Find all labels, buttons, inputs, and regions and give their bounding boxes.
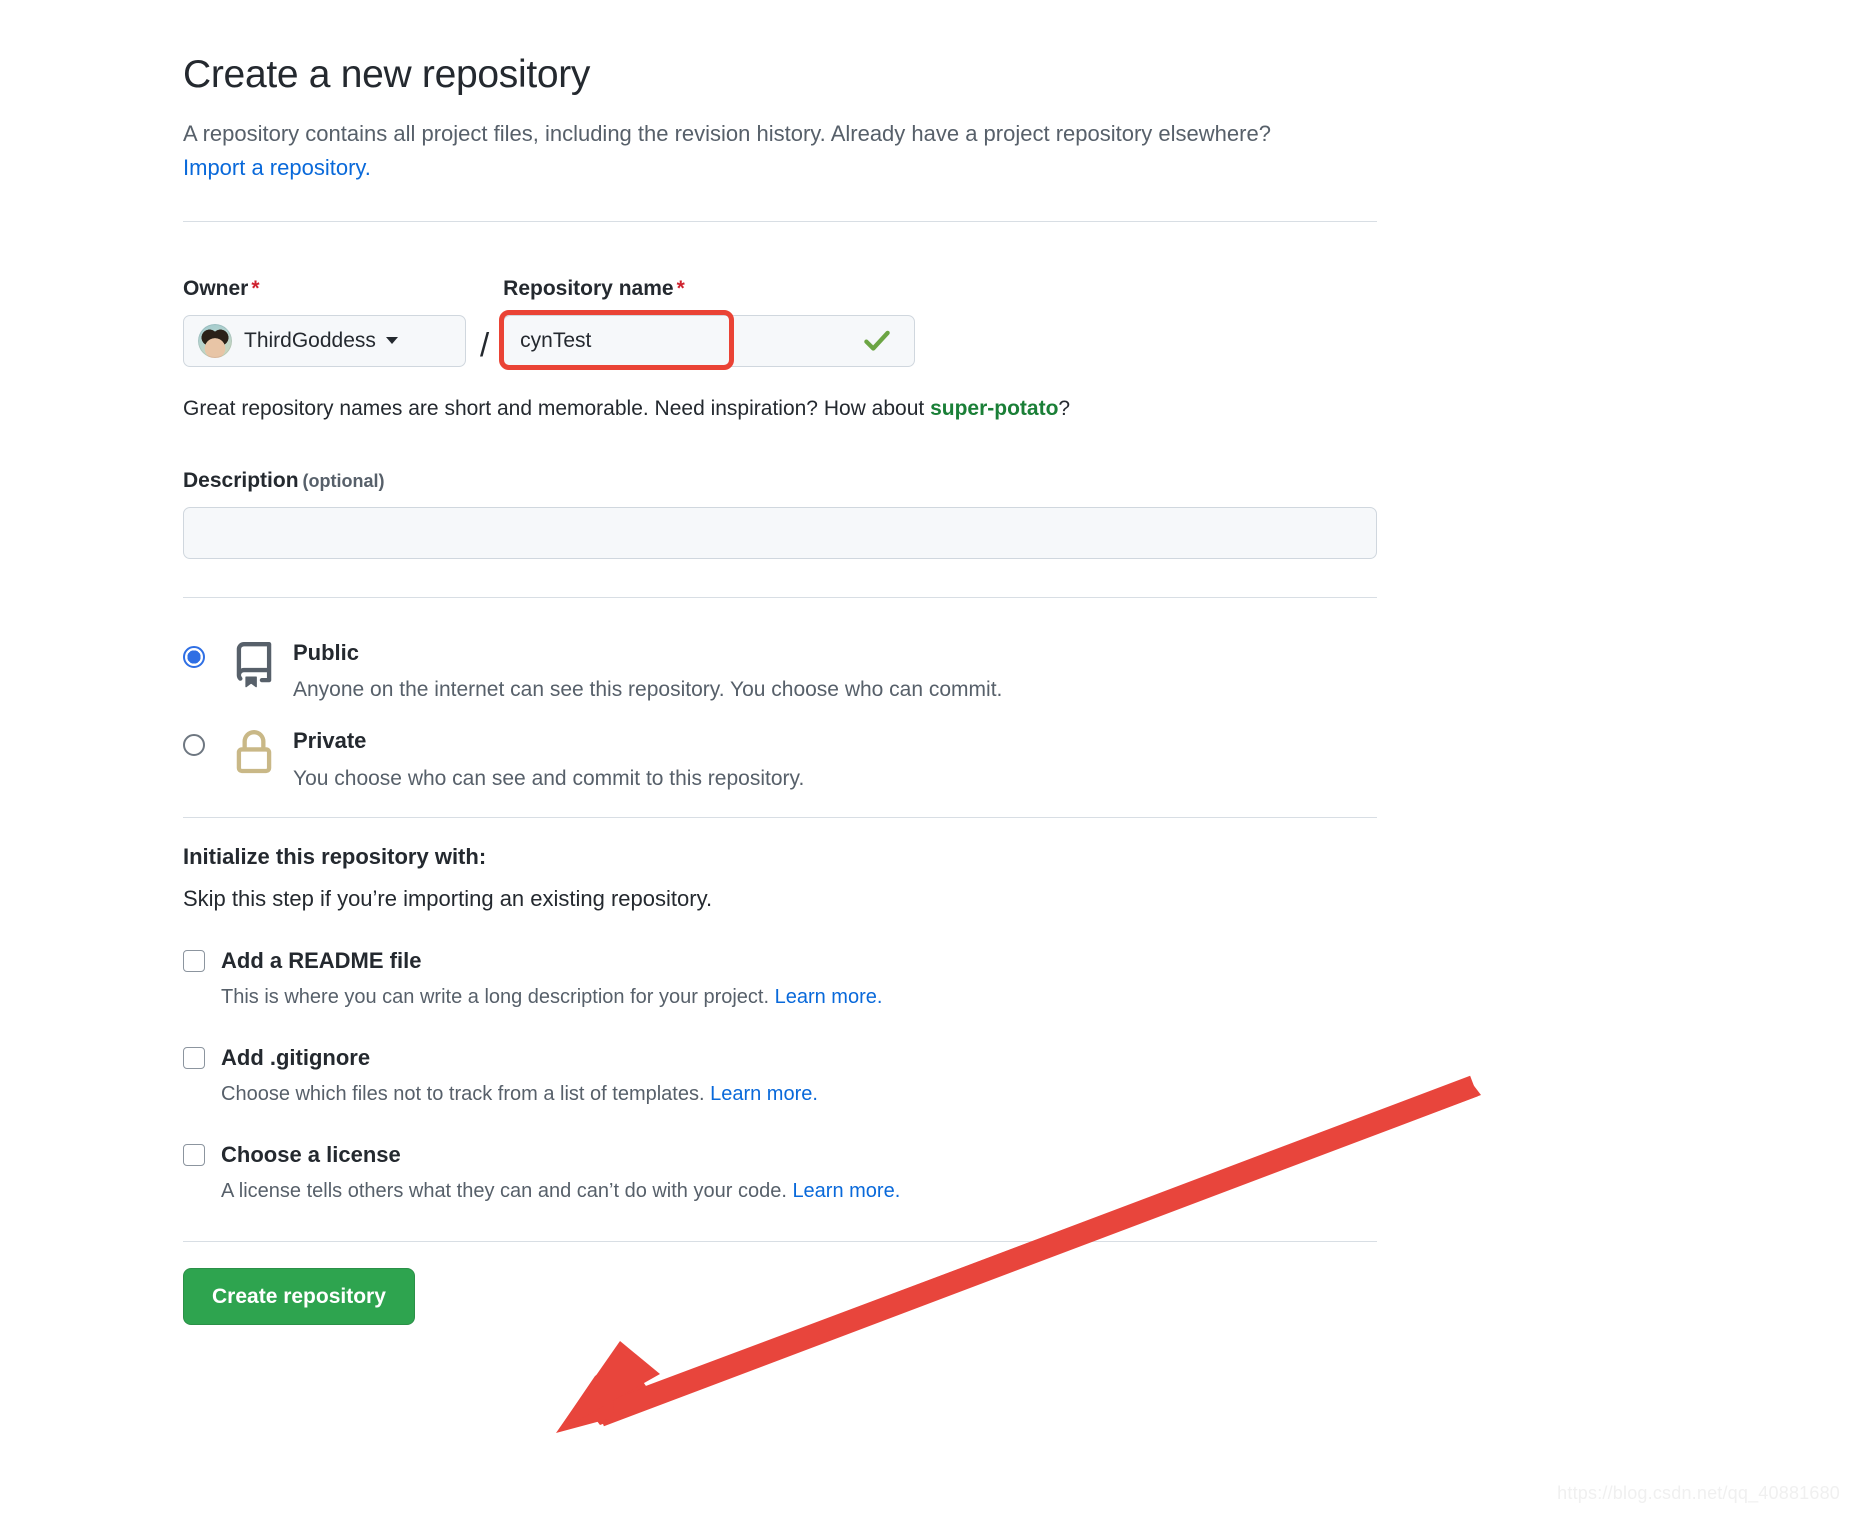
description-section: Description (optional) xyxy=(183,469,1377,559)
repository-name-suggestion[interactable]: super-potato xyxy=(930,397,1058,420)
initialize-title: Initialize this repository with: xyxy=(183,843,487,869)
checkbox-gitignore-description-text: Choose which files not to track from a l… xyxy=(221,1082,711,1105)
visibility-divider xyxy=(183,816,1377,818)
create-repository-button[interactable]: Create repository xyxy=(183,1267,415,1325)
footer-divider xyxy=(183,1240,1377,1242)
repository-name-hint-text: Great repository names are short and mem… xyxy=(183,396,931,420)
checkbox-readme[interactable] xyxy=(183,949,205,972)
owner-required-asterisk: * xyxy=(251,276,260,300)
repository-name-hint-suffix: ? xyxy=(1058,396,1071,420)
visibility-section: Public Anyone on the internet can see th… xyxy=(183,640,1377,791)
visibility-private-title: Private xyxy=(293,728,367,754)
page-description-text: A repository contains all project files,… xyxy=(183,120,1271,146)
checkbox-readme-description: This is where you can write a long descr… xyxy=(221,986,1377,1009)
name-section: Owner* ThirdGoddess / Repository name* xyxy=(183,277,1377,421)
visibility-public-description: Anyone on the internet can see this repo… xyxy=(293,678,1003,702)
initialize-item-gitignore: Add .gitignore Choose which files not to… xyxy=(183,1045,1377,1106)
visibility-option-public[interactable]: Public Anyone on the internet can see th… xyxy=(183,640,1377,702)
owner-dropdown[interactable]: ThirdGoddess xyxy=(183,314,466,367)
initialize-gitignore-head[interactable]: Add .gitignore xyxy=(183,1045,1377,1071)
owner-label: Owner * xyxy=(183,276,260,300)
description-label: Description (optional) xyxy=(183,468,385,492)
checkbox-license-description: A license tells others what they can and… xyxy=(221,1180,1377,1203)
checkbox-license-label: Choose a license xyxy=(221,1141,401,1167)
watermark: https://blog.csdn.net/qq_40881680 xyxy=(1557,1483,1840,1503)
checkbox-readme-description-text: This is where you can write a long descr… xyxy=(221,985,775,1008)
create-repository-page: Create a new repository A repository con… xyxy=(0,0,1856,1516)
visibility-public-text: Public Anyone on the internet can see th… xyxy=(293,640,1002,702)
page-description: A repository contains all project files,… xyxy=(183,117,1293,185)
repository-name-required-asterisk: * xyxy=(676,276,685,300)
radio-private[interactable] xyxy=(183,734,205,757)
owner-field: Owner * ThirdGoddess xyxy=(183,277,466,367)
visibility-private-text: Private You choose who can see and commi… xyxy=(293,728,804,790)
lock-icon xyxy=(231,730,277,781)
page-title: Create a new repository xyxy=(183,53,591,96)
visibility-option-private[interactable]: Private You choose who can see and commi… xyxy=(183,728,1377,790)
checkbox-readme-label: Add a README file xyxy=(221,947,422,973)
description-optional-tag: (optional) xyxy=(302,470,385,491)
initialize-item-license: Choose a license A license tells others … xyxy=(183,1142,1377,1203)
initialize-subtitle: Skip this step if you’re importing an ex… xyxy=(183,885,713,911)
visibility-public-title: Public xyxy=(293,639,360,665)
avatar xyxy=(198,323,232,358)
check-icon xyxy=(862,326,892,356)
description-input[interactable] xyxy=(183,506,1377,559)
owner-repo-separator: / xyxy=(480,325,490,363)
readme-learn-more-link[interactable]: Learn more. xyxy=(775,986,883,1008)
owner-repo-row: Owner * ThirdGoddess / Repository name * xyxy=(183,276,1377,370)
description-divider xyxy=(183,596,1377,598)
repository-name-input[interactable] xyxy=(504,315,837,366)
initialize-readme-head[interactable]: Add a README file xyxy=(183,948,1377,974)
radio-public[interactable] xyxy=(183,645,205,668)
repository-name-label: Repository name * xyxy=(503,276,685,300)
header-divider xyxy=(183,220,1377,222)
visibility-private-description: You choose who can see and commit to thi… xyxy=(293,766,805,790)
gitignore-learn-more-link[interactable]: Learn more. xyxy=(710,1083,818,1105)
license-learn-more-link[interactable]: Learn more. xyxy=(792,1180,900,1202)
initialize-section: Initialize this repository with: Skip th… xyxy=(183,844,1377,1203)
initialize-license-head[interactable]: Choose a license xyxy=(183,1142,1377,1168)
checkbox-license[interactable] xyxy=(183,1143,205,1166)
checkbox-gitignore-description: Choose which files not to track from a l… xyxy=(221,1083,1377,1106)
repository-name-field: Repository name * xyxy=(499,276,916,370)
owner-selected-name: ThirdGoddess xyxy=(244,328,376,352)
chevron-down-icon xyxy=(385,337,398,345)
repository-name-input-shell xyxy=(499,309,916,370)
new-repository-form: Create a new repository A repository con… xyxy=(183,0,1377,1325)
checkbox-gitignore[interactable] xyxy=(183,1046,205,1069)
checkbox-gitignore-label: Add .gitignore xyxy=(221,1044,371,1070)
checkbox-license-description-text: A license tells others what they can and… xyxy=(221,1179,793,1202)
repository-name-hint: Great repository names are short and mem… xyxy=(183,397,1377,421)
import-repository-link[interactable]: Import a repository. xyxy=(183,155,371,180)
repo-book-icon xyxy=(231,641,277,693)
initialize-item-readme: Add a README file This is where you can … xyxy=(183,948,1377,1009)
